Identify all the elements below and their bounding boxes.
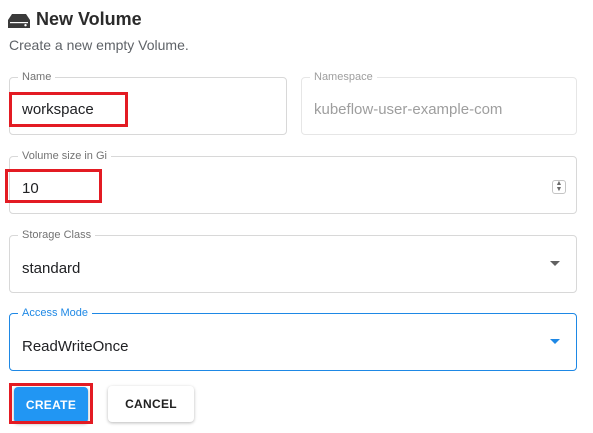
volume-size-label: Volume size in Gi [18,149,111,163]
access-mode-value: ReadWriteOnce [22,338,129,355]
dialog-header: New Volume [8,9,142,30]
storage-class-label: Storage Class [18,228,96,242]
namespace-label: Namespace [310,70,377,84]
storage-drive-icon [8,13,30,28]
create-button[interactable]: CREATE [14,387,88,423]
page-subtitle: Create a new empty Volume. [9,37,189,53]
volume-size-field[interactable]: Volume size in Gi 10 ▲ ▼ [9,149,577,214]
storage-class-value: standard [22,260,81,277]
name-label: Name [18,70,56,84]
access-mode-select[interactable]: Access Mode ReadWriteOnce [9,306,577,371]
access-mode-label: Access Mode [18,306,93,320]
name-input[interactable]: workspace [22,101,94,118]
dropdown-arrow-icon [550,339,560,344]
storage-class-select[interactable]: Storage Class standard [9,228,577,293]
name-field[interactable]: Name workspace [9,70,287,135]
cancel-button[interactable]: CANCEL [108,386,194,422]
dropdown-arrow-icon [550,261,560,266]
page-title: New Volume [36,9,142,29]
namespace-field: Namespace kubeflow-user-example-com [301,70,577,135]
volume-size-input[interactable]: 10 [22,180,39,197]
number-spinner-icon[interactable]: ▲ ▼ [552,180,566,194]
namespace-input: kubeflow-user-example-com [314,101,503,118]
